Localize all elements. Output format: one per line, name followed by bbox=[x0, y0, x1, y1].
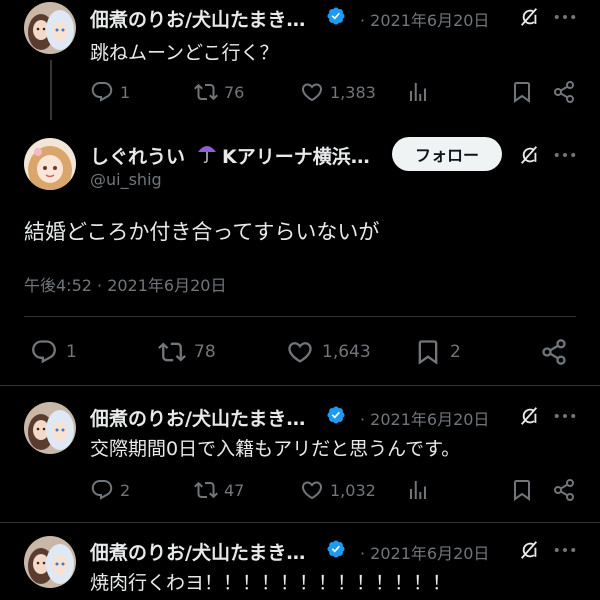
share-icon bbox=[552, 478, 576, 502]
tweet-timestamp[interactable]: 午後4:52 · 2021年6月20日 bbox=[24, 272, 226, 296]
share-icon bbox=[552, 80, 576, 104]
retweet-count: 78 bbox=[194, 342, 216, 362]
views-icon bbox=[406, 80, 430, 104]
tweet-time[interactable]: · 2021年6月20日 bbox=[360, 7, 489, 31]
display-name[interactable]: 佃煮のりお/犬山たまき… bbox=[90, 404, 305, 431]
like-button[interactable]: 1,383 bbox=[300, 80, 376, 104]
verified-icon bbox=[326, 539, 346, 559]
share-button[interactable] bbox=[540, 338, 568, 366]
bookmark-count: 2 bbox=[450, 342, 461, 362]
retweet-button[interactable]: 76 bbox=[194, 80, 244, 104]
share-icon bbox=[540, 338, 568, 366]
tweet-text: 跳ねムーンどこ行く？ bbox=[90, 42, 279, 64]
bookmark-button[interactable]: 2 bbox=[414, 338, 461, 366]
more-icon[interactable] bbox=[554, 13, 576, 21]
retweet-count: 76 bbox=[224, 82, 245, 102]
bookmark-icon bbox=[414, 338, 442, 366]
share-button[interactable] bbox=[552, 478, 576, 502]
grok-icon[interactable] bbox=[518, 405, 540, 427]
retweet-icon bbox=[194, 478, 218, 502]
grok-icon[interactable] bbox=[518, 6, 540, 28]
like-icon bbox=[300, 80, 324, 104]
reply-button[interactable]: 1 bbox=[90, 80, 130, 104]
views-button[interactable] bbox=[406, 80, 430, 104]
like-count: 1,383 bbox=[330, 82, 376, 102]
retweet-button[interactable]: 78 bbox=[158, 338, 216, 366]
tweet-text: 焼肉行くわヨ！！！！！！！！！！！！！ bbox=[90, 572, 452, 594]
like-icon bbox=[286, 338, 314, 366]
tweet-text: 結婚どころか付き合ってすらいないが bbox=[24, 220, 380, 244]
verified-icon bbox=[326, 405, 346, 425]
tweet-text: 交際期間0日で入籍もアリだと思うんです。 bbox=[90, 438, 461, 460]
follow-button[interactable]: フォロー bbox=[392, 137, 502, 171]
reply-count: 1 bbox=[120, 82, 131, 102]
bookmark-icon bbox=[510, 80, 534, 104]
more-icon[interactable] bbox=[554, 546, 576, 554]
avatar[interactable] bbox=[24, 536, 76, 588]
bookmark-button[interactable] bbox=[510, 80, 534, 104]
umbrella-icon bbox=[198, 146, 216, 164]
avatar[interactable] bbox=[24, 402, 76, 454]
reply-icon bbox=[90, 80, 114, 104]
divider bbox=[0, 385, 600, 386]
avatar[interactable] bbox=[24, 138, 76, 190]
display-name[interactable]: 佃煮のりお/犬山たまき… bbox=[90, 538, 305, 565]
display-name[interactable]: しぐれうい bbox=[90, 142, 185, 169]
retweet-button[interactable]: 47 bbox=[194, 478, 244, 502]
retweet-icon bbox=[194, 80, 218, 104]
divider bbox=[0, 522, 600, 523]
grok-icon[interactable] bbox=[518, 539, 540, 561]
share-button[interactable] bbox=[552, 80, 576, 104]
retweet-icon bbox=[158, 338, 186, 366]
grok-icon[interactable] bbox=[518, 144, 540, 166]
bookmark-icon bbox=[510, 478, 534, 502]
more-icon[interactable] bbox=[554, 412, 576, 420]
reply-icon bbox=[30, 338, 58, 366]
reply-count: 2 bbox=[120, 480, 131, 500]
tweet-time[interactable]: · 2021年6月20日 bbox=[360, 540, 489, 564]
bookmark-button[interactable] bbox=[510, 478, 534, 502]
divider bbox=[24, 316, 576, 317]
display-name[interactable]: 佃煮のりお/犬山たまき… bbox=[90, 5, 305, 32]
views-icon bbox=[406, 478, 430, 502]
like-icon bbox=[300, 478, 324, 502]
reply-button[interactable]: 2 bbox=[90, 478, 130, 502]
handle[interactable]: @ui_shig bbox=[90, 170, 162, 189]
like-count: 1,032 bbox=[330, 480, 376, 500]
reply-count: 1 bbox=[66, 342, 77, 362]
like-button[interactable]: 1,032 bbox=[300, 478, 376, 502]
reply-button[interactable]: 1 bbox=[30, 338, 77, 366]
verified-icon bbox=[326, 6, 346, 26]
like-count: 1,643 bbox=[322, 342, 371, 362]
retweet-count: 47 bbox=[224, 480, 245, 500]
views-button[interactable] bbox=[406, 478, 430, 502]
thread-line bbox=[50, 60, 52, 120]
avatar[interactable] bbox=[24, 2, 76, 54]
like-button[interactable]: 1,643 bbox=[286, 338, 371, 366]
more-icon[interactable] bbox=[554, 151, 576, 159]
display-name-suffix[interactable]: Kアリーナ横浜… bbox=[222, 142, 370, 169]
tweet-time[interactable]: · 2021年6月20日 bbox=[360, 406, 489, 430]
reply-icon bbox=[90, 478, 114, 502]
